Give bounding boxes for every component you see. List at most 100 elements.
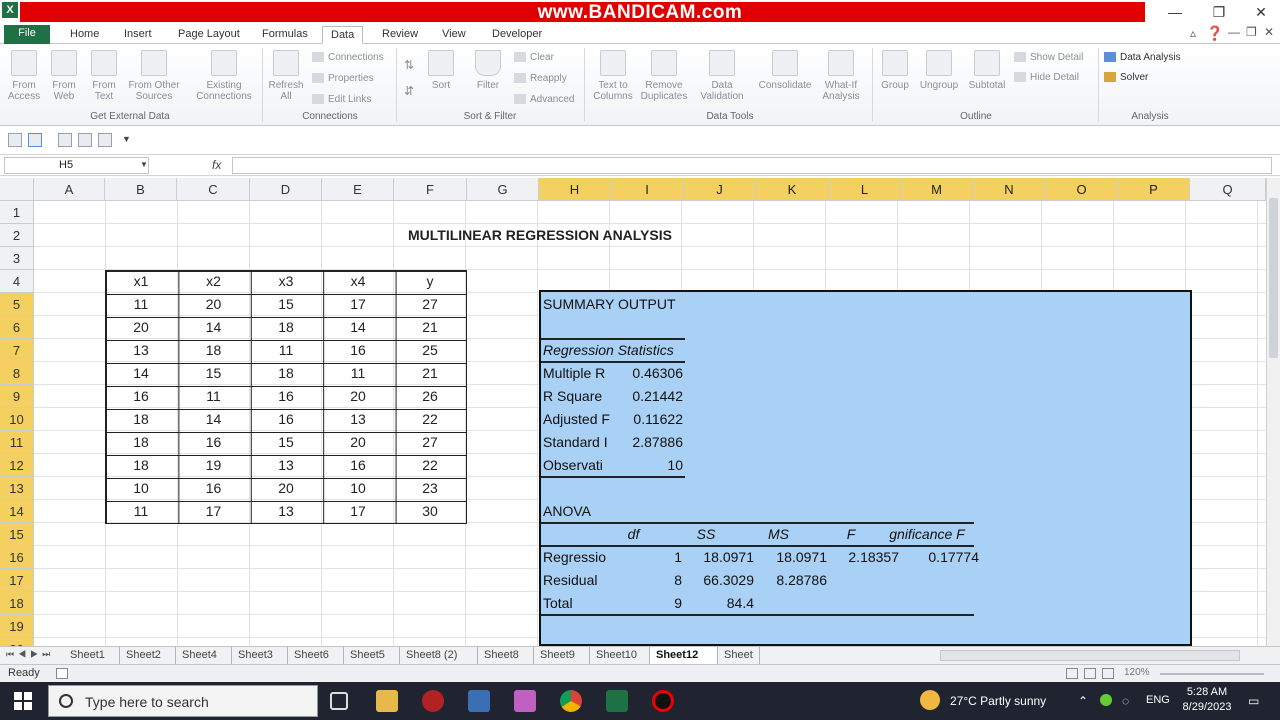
table-data-cell[interactable]: 21 [394,316,466,339]
tray-app-icon[interactable] [1100,694,1112,706]
table-data-cell[interactable]: 18 [177,339,250,362]
anova-value[interactable]: 9 [611,592,682,615]
sheet-title-cell[interactable]: MULTILINEAR REGRESSION ANALYSIS [340,224,740,247]
column-header[interactable]: A [34,178,105,201]
row-header[interactable]: 2 [0,224,34,247]
stat-value[interactable]: 0.21442 [611,385,683,408]
print-icon[interactable] [58,133,72,147]
formula-input[interactable] [232,157,1272,174]
table-data-cell[interactable]: 26 [394,385,466,408]
refresh-all-button[interactable]: Refresh All [266,50,306,102]
chrome-icon[interactable] [560,690,582,712]
table-data-cell[interactable]: 11 [105,293,177,316]
table-data-cell[interactable]: 13 [105,339,177,362]
anova-title[interactable]: ANOVA [543,500,643,523]
workbook-restore-icon[interactable]: ❐ [1246,25,1257,39]
table-data-cell[interactable]: 10 [322,477,394,500]
sheet-tab[interactable]: Sheet2 [120,647,176,664]
table-data-cell[interactable]: 18 [105,431,177,454]
weather-text[interactable]: 27°C Partly sunny [950,694,1046,708]
table-data-cell[interactable]: 13 [250,500,322,523]
table-data-cell[interactable]: 16 [177,431,250,454]
row-header[interactable]: 12 [0,454,34,477]
stat-label[interactable]: Adjusted F [543,408,611,431]
anova-value[interactable]: 18.0971 [756,546,827,569]
table-data-cell[interactable]: 15 [250,431,322,454]
anova-value[interactable]: 1 [611,546,682,569]
from-web-button[interactable]: From Web [46,50,82,102]
normal-view-icon[interactable] [1066,668,1078,679]
app-icon-blue[interactable] [468,690,490,712]
macro-record-icon[interactable] [56,668,68,679]
column-header[interactable]: D [250,178,322,201]
table-data-cell[interactable]: 11 [322,362,394,385]
column-header[interactable]: F [394,178,467,201]
column-header[interactable]: G [467,178,539,201]
table-data-cell[interactable]: 11 [250,339,322,362]
row-header[interactable]: 20 [0,638,34,646]
name-box-dropdown-icon[interactable]: ▼ [140,160,148,169]
properties-button[interactable]: Properties [312,73,374,84]
subtotal-button[interactable]: Subtotal [964,50,1010,91]
data-validation-button[interactable]: Data Validation [694,50,750,102]
column-header[interactable]: B [105,178,177,201]
stat-value[interactable]: 0.46306 [611,362,683,385]
text-to-columns-button[interactable]: Text to Columns [590,50,636,102]
tab-developer[interactable]: Developer [484,26,550,44]
sort-button[interactable]: Sort [424,50,458,91]
row-header[interactable]: 17 [0,569,34,592]
table-data-cell[interactable]: 16 [322,454,394,477]
tab-file[interactable]: File [4,25,50,44]
edit-links-button[interactable]: Edit Links [312,94,371,105]
consolidate-button[interactable]: Consolidate [754,50,816,91]
help-icon[interactable]: ❓ [1206,25,1223,42]
table-header-cell[interactable]: x3 [250,270,322,293]
tab-data[interactable]: Data [322,26,364,44]
preview-icon[interactable] [78,133,92,147]
table-header-cell[interactable]: x4 [322,270,394,293]
column-header[interactable]: Q [1190,178,1266,201]
anova-value[interactable]: 66.3029 [684,569,754,592]
solver-button[interactable]: Solver [1104,72,1148,83]
sheet-tab[interactable]: Sheet12 [650,647,718,664]
table-data-cell[interactable]: 14 [177,316,250,339]
scroll-thumb[interactable] [1269,198,1278,358]
name-box[interactable]: H5 [4,157,149,174]
minimize-button[interactable]: — [1160,2,1190,22]
row-header[interactable]: 10 [0,408,34,431]
undo-icon[interactable] [28,133,42,147]
sheet-tab[interactable]: Sheet6 [288,647,344,664]
anova-header[interactable]: MS [742,523,815,546]
reapply-button[interactable]: Reapply [514,73,567,84]
data-analysis-button[interactable]: Data Analysis [1104,52,1181,63]
row-header[interactable]: 16 [0,546,34,569]
stat-label[interactable]: Standard I [543,431,611,454]
language-indicator[interactable]: ENG [1146,694,1170,706]
app-icon-red[interactable] [422,690,444,712]
insert-function-button[interactable]: fx [212,158,221,172]
table-data-cell[interactable]: 25 [394,339,466,362]
table-data-cell[interactable]: 18 [250,316,322,339]
row-header[interactable]: 18 [0,592,34,615]
sheet-tab[interactable]: Sheet [718,647,760,664]
row-header[interactable]: 4 [0,270,34,293]
row-header[interactable]: 6 [0,316,34,339]
table-data-cell[interactable]: 19 [177,454,250,477]
anova-value[interactable]: 8.28786 [756,569,827,592]
bandicam-record-icon[interactable] [652,690,674,712]
column-header[interactable]: I [611,178,684,201]
save-icon[interactable] [8,133,22,147]
remove-duplicates-button[interactable]: Remove Duplicates [636,50,692,102]
anova-value[interactable]: 2.18357 [829,546,899,569]
sort-za-icon[interactable]: ⇵ [404,84,414,98]
table-data-cell[interactable]: 22 [394,408,466,431]
page-break-view-icon[interactable] [1102,668,1114,679]
page-layout-view-icon[interactable] [1084,668,1096,679]
column-header[interactable]: K [756,178,829,201]
column-header[interactable]: L [829,178,901,201]
connections-button[interactable]: Connections [312,52,384,63]
notifications-icon[interactable]: ▭ [1248,694,1259,708]
close-button[interactable]: ✕ [1246,2,1276,22]
row-header[interactable]: 9 [0,385,34,408]
summary-title[interactable]: SUMMARY OUTPUT [543,293,743,316]
